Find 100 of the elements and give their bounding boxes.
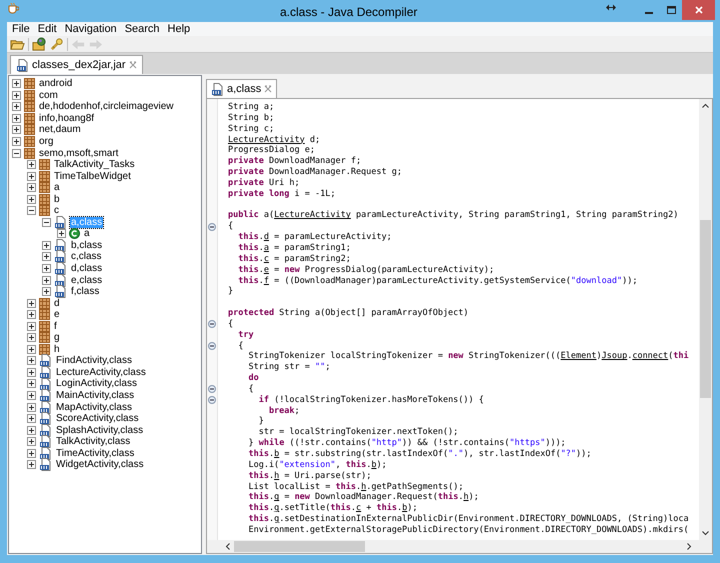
- expand-toggle-icon[interactable]: [27, 194, 36, 204]
- collapse-toggle-icon[interactable]: [42, 218, 51, 227]
- expand-toggle-icon[interactable]: [12, 114, 21, 123]
- expand-toggle-icon[interactable]: [12, 102, 21, 112]
- expand-toggle-icon[interactable]: [27, 172, 36, 181]
- tree-item[interactable]: LectureActivity,class: [55, 366, 147, 378]
- close-icon[interactable]: [264, 85, 272, 93]
- tree-item[interactable]: MainActivity,class: [55, 390, 136, 402]
- expand-toggle-icon[interactable]: [27, 344, 36, 354]
- expand-toggle-icon[interactable]: [42, 276, 51, 285]
- tree-item[interactable]: ScoreActivity,class: [55, 413, 140, 424]
- menu-item[interactable]: Navigation: [62, 22, 120, 36]
- scroll-left-icon[interactable]: [225, 543, 230, 550]
- expand-toggle-icon[interactable]: [27, 402, 36, 412]
- menu-item[interactable]: Help: [164, 22, 194, 36]
- expand-toggle-icon[interactable]: [42, 287, 51, 296]
- expand-toggle-icon[interactable]: [12, 90, 21, 100]
- tree-item[interactable]: f,class: [70, 286, 100, 298]
- key-icon[interactable]: [49, 36, 64, 52]
- close-button[interactable]: [682, 0, 715, 20]
- expand-toggle-icon[interactable]: [27, 183, 36, 192]
- tree-item[interactable]: info,hoang8f: [38, 112, 96, 124]
- tree-item[interactable]: semo,msoft,smart: [38, 148, 120, 159]
- close-icon[interactable]: [128, 61, 137, 69]
- expand-toggle-icon[interactable]: [12, 137, 21, 146]
- tree-item[interactable]: android: [38, 78, 74, 90]
- code-line: this.g.setTitle(this.c + this.b);: [247, 503, 418, 514]
- collapse-icon[interactable]: [208, 222, 216, 231]
- expand-toggle-icon[interactable]: [27, 414, 36, 424]
- expand-toggle-icon[interactable]: [27, 426, 36, 435]
- expand-toggle-icon[interactable]: [42, 252, 51, 262]
- expand-toggle-icon[interactable]: [12, 79, 21, 88]
- code-line: try: [237, 330, 255, 341]
- editor-tab[interactable]: a,class: [206, 79, 278, 98]
- expand-toggle-icon[interactable]: [27, 448, 36, 458]
- expand-toggle-icon[interactable]: [27, 333, 36, 342]
- menu-item[interactable]: Search: [122, 22, 163, 36]
- tree-item[interactable]: WidgetActivity,class: [55, 459, 145, 470]
- file-tab[interactable]: classes_dex2jar,jar: [10, 55, 143, 74]
- tree-item[interactable]: h: [53, 344, 61, 355]
- tree-item[interactable]: LoginActivity,class: [55, 378, 138, 390]
- expand-toggle-icon[interactable]: [12, 125, 21, 134]
- tree-item[interactable]: d,class: [70, 263, 104, 274]
- tree-item[interactable]: com: [38, 90, 59, 101]
- tree-item[interactable]: TimeActivity,class: [55, 448, 136, 459]
- resize-arrows-icon[interactable]: [606, 4, 616, 11]
- package-icon: [24, 101, 35, 112]
- tree-item[interactable]: TalkActivity,class: [55, 436, 132, 448]
- horizontal-scrollbar[interactable]: [207, 540, 712, 553]
- expand-toggle-icon[interactable]: [27, 460, 36, 470]
- expand-toggle-icon[interactable]: [27, 379, 36, 388]
- tree-item[interactable]: a: [53, 182, 61, 194]
- collapse-toggle-icon[interactable]: [12, 148, 21, 158]
- expand-toggle-icon[interactable]: [27, 310, 36, 320]
- collapse-icon[interactable]: [208, 396, 216, 404]
- class-file-icon: [16, 58, 29, 72]
- tree-item[interactable]: c,class: [70, 251, 103, 262]
- scroll-up-icon[interactable]: [702, 103, 709, 108]
- tree-item[interactable]: FindActivity,class: [55, 355, 133, 366]
- expand-toggle-icon[interactable]: [27, 322, 36, 331]
- code-line: str = localStringTokenizer.nextToken();: [258, 427, 460, 438]
- tree-item[interactable]: b,class: [70, 240, 104, 251]
- tree-item[interactable]: e,class: [70, 274, 104, 286]
- menu-item[interactable]: File: [9, 22, 33, 36]
- collapse-icon[interactable]: [208, 320, 216, 328]
- expand-toggle-icon[interactable]: [27, 437, 36, 446]
- tree-item[interactable]: e: [53, 309, 61, 320]
- scroll-right-icon[interactable]: [687, 543, 692, 550]
- expand-toggle-icon[interactable]: [27, 160, 36, 170]
- collapse-icon[interactable]: [208, 342, 216, 350]
- tree-item[interactable]: c: [53, 205, 60, 216]
- tree-item[interactable]: a: [83, 228, 91, 240]
- vertical-scrollbar[interactable]: [699, 99, 712, 540]
- tree-item[interactable]: org: [38, 136, 54, 147]
- tree-item[interactable]: MapActivity,class: [55, 402, 133, 413]
- collapse-toggle-icon[interactable]: [27, 206, 36, 216]
- expand-toggle-icon[interactable]: [42, 264, 51, 274]
- tree-item[interactable]: d: [53, 298, 61, 309]
- code-line: this.h = Uri.parse(str);: [247, 470, 372, 482]
- tree-item[interactable]: de,hdodenhof,circleimageview: [38, 101, 175, 112]
- tree-item[interactable]: g: [53, 332, 61, 344]
- expand-toggle-icon[interactable]: [27, 298, 36, 308]
- expand-toggle-icon[interactable]: [27, 391, 36, 400]
- tree-item[interactable]: b: [53, 194, 61, 205]
- expand-toggle-icon[interactable]: [57, 229, 66, 238]
- expand-toggle-icon[interactable]: [27, 356, 36, 366]
- expand-toggle-icon[interactable]: [42, 240, 51, 250]
- tree-item[interactable]: net,daum: [38, 124, 82, 136]
- tree-item[interactable]: f: [53, 320, 58, 332]
- tree-item[interactable]: SplashActivity,class: [55, 424, 144, 436]
- tree-item[interactable]: TimeTalbeWidget: [53, 170, 132, 182]
- menu-item[interactable]: Edit: [34, 22, 60, 36]
- collapse-icon[interactable]: [208, 385, 216, 394]
- folder-globe-icon[interactable]: [32, 36, 47, 52]
- code-line: break;: [268, 406, 301, 416]
- expand-toggle-icon[interactable]: [27, 368, 36, 377]
- scroll-down-icon[interactable]: [702, 531, 709, 536]
- tree-item[interactable]: TalkActivity_Tasks: [53, 159, 136, 170]
- class-file-icon: [39, 389, 52, 402]
- package-icon: [39, 309, 50, 320]
